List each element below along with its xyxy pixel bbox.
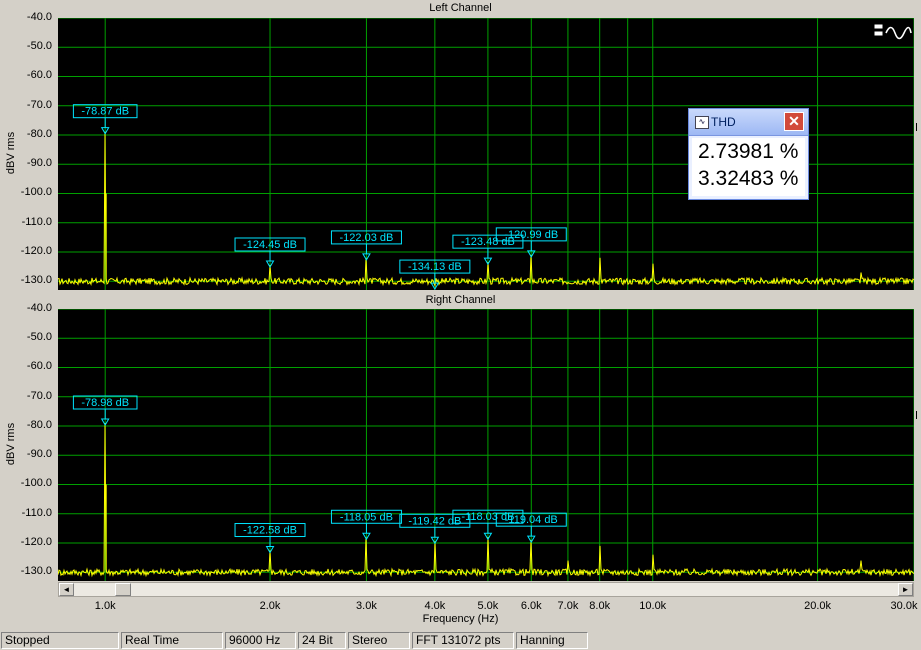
- status-channels: Stereo: [348, 632, 410, 649]
- xtick-label: 5.0k: [477, 600, 499, 612]
- ytick-label: -110.0: [21, 506, 52, 519]
- ytick-label: -50.0: [26, 40, 52, 53]
- peak-label: -134.13 dB: [408, 261, 462, 273]
- status-fft: FFT 131072 pts: [412, 632, 514, 649]
- scroll-right-arrow-icon[interactable]: ►: [898, 583, 913, 596]
- xtick-label: 2.0k: [259, 600, 281, 612]
- thd-title: THD: [711, 115, 736, 129]
- ytick-label: -40.0: [26, 302, 52, 314]
- status-bar: Stopped Real Time 96000 Hz 24 Bit Stereo…: [0, 631, 921, 650]
- scroll-thumb[interactable]: [115, 583, 131, 596]
- ytick-label: -130.0: [20, 565, 52, 578]
- xtick-label: 3.0k: [356, 600, 377, 612]
- ytick-label: -120.0: [20, 244, 52, 257]
- peak-label: -122.58 dB: [243, 525, 297, 537]
- thd-left-value: 2.73981 %: [698, 140, 799, 163]
- ytick-label: -50.0: [26, 331, 52, 344]
- ytick-label: -90.0: [26, 157, 52, 170]
- ytick-label: -90.0: [26, 448, 52, 461]
- ytick-label: -80.0: [26, 418, 52, 431]
- peak-label: -78.87 dB: [81, 106, 129, 118]
- generator-sine-icon[interactable]: [873, 22, 913, 44]
- xtick-label: 7.0k: [557, 600, 579, 612]
- left-channel-title: Left Channel: [429, 2, 492, 14]
- right-edge-tick: [916, 123, 920, 131]
- ytick-label: -60.0: [26, 69, 52, 82]
- ytick-label: -70.0: [26, 98, 52, 111]
- ytick-label: -80.0: [26, 127, 52, 140]
- right-channel-title: Right Channel: [425, 294, 496, 306]
- spectrum-trace: [58, 422, 914, 578]
- peak-label: -120.99 dB: [504, 229, 558, 241]
- status-state: Stopped: [1, 632, 119, 649]
- ytick-label: -70.0: [26, 389, 52, 402]
- status-bit-depth: 24 Bit: [298, 632, 346, 649]
- scroll-left-arrow-icon[interactable]: ◄: [59, 583, 74, 596]
- ytick-label: -130.0: [20, 274, 52, 287]
- ytick-label: -120.0: [20, 535, 52, 548]
- thd-right-value: 3.32483 %: [698, 167, 799, 190]
- thd-window[interactable]: ∿ THD ✕ 2.73981 % 3.32483 %: [688, 108, 809, 200]
- frequency-axis-label: Frequency (Hz): [422, 613, 499, 625]
- ytick-label: -100.0: [20, 186, 52, 199]
- peak-label: -78.98 dB: [81, 397, 129, 409]
- right-channel-svg: -78.98 dB-122.58 dB-118.05 dB -119.42 dB -…: [58, 309, 914, 581]
- status-mode: Real Time: [121, 632, 223, 649]
- xtick-label: 30.0k: [890, 600, 918, 612]
- close-icon[interactable]: ✕: [784, 112, 804, 131]
- xtick-label: 10.0k: [639, 600, 667, 612]
- ytick-label: -100.0: [20, 477, 52, 490]
- thd-values: 2.73981 % 3.32483 %: [692, 138, 805, 196]
- status-window: Hanning: [516, 632, 588, 649]
- right-channel-plot[interactable]: -78.98 dB -122.58 dB -118.05 dB -119.42 dB -…: [58, 309, 914, 581]
- xtick-label: 8.0k: [589, 600, 611, 612]
- xtick-label: 4.0k: [424, 600, 446, 612]
- peak-label: -122.03 dB: [340, 232, 394, 244]
- peak-label: -118.05 dB: [340, 511, 393, 523]
- peak-label: -124.45 dB: [243, 239, 297, 251]
- status-sample-rate: 96000 Hz: [225, 632, 296, 649]
- ytick-label: -40.0: [26, 11, 52, 23]
- frequency-scrollbar[interactable]: ◄ ►: [58, 582, 914, 597]
- thd-window-icon: ∿: [695, 116, 709, 129]
- ytick-label: -110.0: [21, 215, 52, 228]
- xtick-label: 1.0k: [94, 600, 116, 612]
- xtick-label: 6.0k: [520, 600, 542, 612]
- peak-label: -119.04 dB: [505, 514, 558, 526]
- right-edge-tick: [916, 411, 920, 419]
- thd-titlebar[interactable]: ∿ THD ✕: [689, 109, 808, 136]
- ytick-label: -60.0: [26, 360, 52, 373]
- xtick-label: 20.0k: [804, 600, 832, 612]
